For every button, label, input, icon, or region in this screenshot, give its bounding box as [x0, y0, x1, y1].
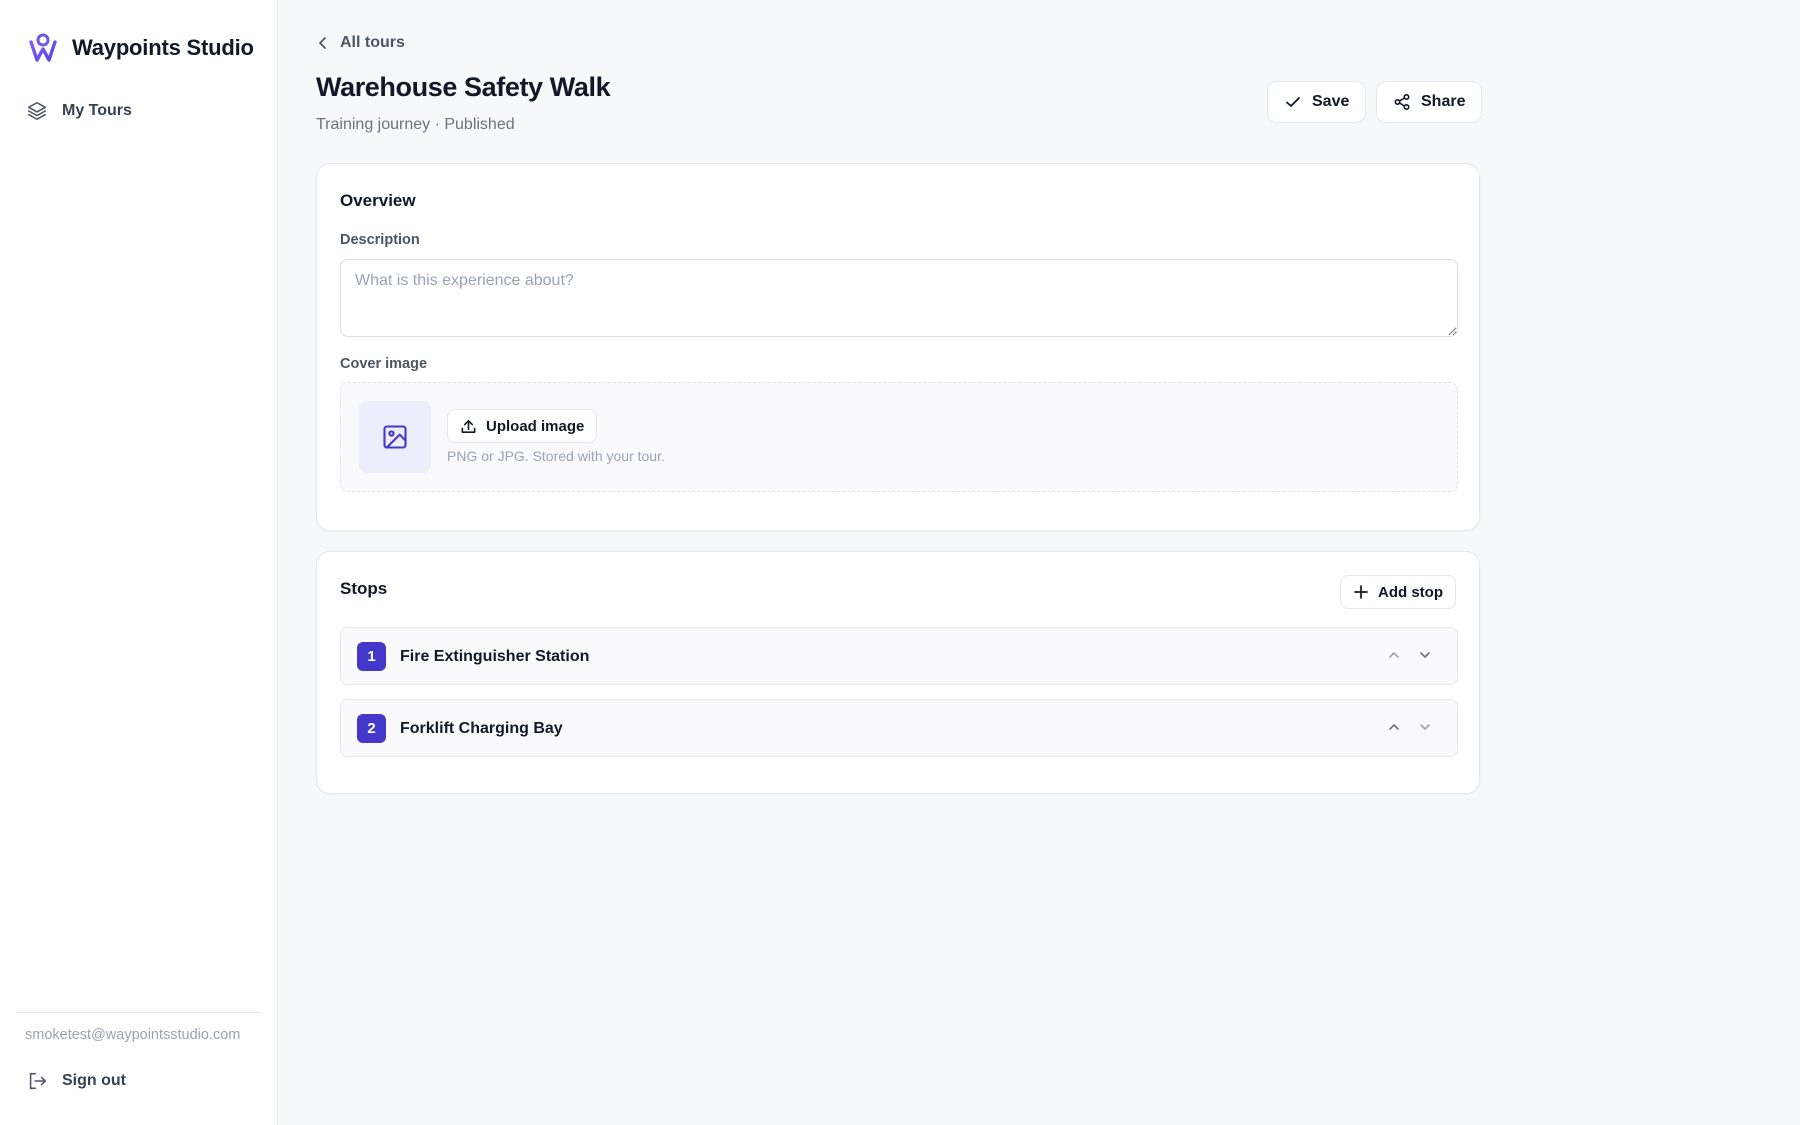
- layers-icon: [27, 101, 47, 121]
- stop-number-badge: 1: [357, 642, 386, 671]
- stop-item[interactable]: 2 Forklift Charging Bay: [340, 699, 1458, 757]
- back-link[interactable]: All tours: [316, 34, 405, 52]
- add-stop-button[interactable]: Add stop: [1340, 575, 1456, 609]
- move-up-button[interactable]: [1387, 720, 1405, 738]
- move-down-button[interactable]: [1418, 720, 1436, 738]
- stop-name: Forklift Charging Bay: [400, 720, 563, 737]
- upload-label: Upload image: [486, 417, 585, 435]
- cover-image-label: Cover image: [340, 356, 428, 372]
- signout-button[interactable]: Sign out: [26, 1070, 126, 1092]
- waypoint-logo-icon: [29, 33, 57, 62]
- check-icon: [1286, 97, 1300, 107]
- move-down-button[interactable]: [1418, 648, 1436, 666]
- stop-item[interactable]: 1 Fire Extinguisher Station: [340, 627, 1458, 685]
- share-label: Share: [1421, 93, 1466, 110]
- share-icon: [1394, 93, 1410, 111]
- overview-title: Overview: [340, 191, 416, 210]
- stop-name: Fire Extinguisher Station: [400, 648, 590, 665]
- logout-icon: [29, 1072, 47, 1090]
- brand[interactable]: Waypoints Studio: [28, 32, 254, 64]
- upload-hint: PNG or JPG. Stored with your tour.: [447, 448, 665, 464]
- chevron-up-icon: [1389, 724, 1399, 730]
- signout-label: Sign out: [62, 1072, 126, 1089]
- save-button[interactable]: Save: [1267, 81, 1367, 123]
- upload-icon: [461, 419, 476, 433]
- share-button[interactable]: Share: [1376, 81, 1483, 123]
- save-label: Save: [1312, 93, 1350, 110]
- cover-image-placeholder: [359, 401, 431, 473]
- overview-card: Overview Description Cover image Upload …: [316, 163, 1480, 531]
- sidebar: Waypoints Studio My Tours smoketest@wayp…: [0, 0, 278, 1125]
- chevron-up-icon: [1389, 652, 1399, 658]
- chevron-left-icon: [319, 37, 326, 49]
- plus-icon: [1354, 585, 1368, 599]
- cover-image-dropzone[interactable]: Upload image PNG or JPG. Stored with you…: [340, 382, 1458, 492]
- back-link-label: All tours: [340, 34, 405, 51]
- move-up-button[interactable]: [1387, 648, 1405, 666]
- stop-number-badge: 2: [357, 714, 386, 743]
- page-title: Warehouse Safety Walk: [316, 72, 611, 102]
- image-icon: [383, 425, 407, 449]
- upload-image-button[interactable]: Upload image: [447, 409, 598, 443]
- page-subtitle: Training journey · Published: [316, 116, 515, 133]
- sidebar-divider: [16, 1012, 262, 1013]
- main-content: All tours Warehouse Safety Walk Training…: [278, 0, 1800, 1125]
- chevron-down-icon: [1420, 724, 1430, 730]
- sidebar-item-label: My Tours: [62, 102, 132, 119]
- description-field[interactable]: [340, 259, 1458, 337]
- user-email: smoketest@waypointsstudio.com: [25, 1027, 241, 1043]
- stops-card: Stops Add stop 1 Fire Extinguisher Stati…: [316, 551, 1480, 794]
- description-label: Description: [340, 232, 420, 248]
- add-stop-label: Add stop: [1378, 583, 1443, 601]
- stops-title: Stops: [340, 579, 388, 598]
- sidebar-item-my-tours[interactable]: My Tours: [26, 100, 132, 122]
- chevron-down-icon: [1420, 652, 1430, 658]
- brand-name: Waypoints Studio: [72, 35, 254, 60]
